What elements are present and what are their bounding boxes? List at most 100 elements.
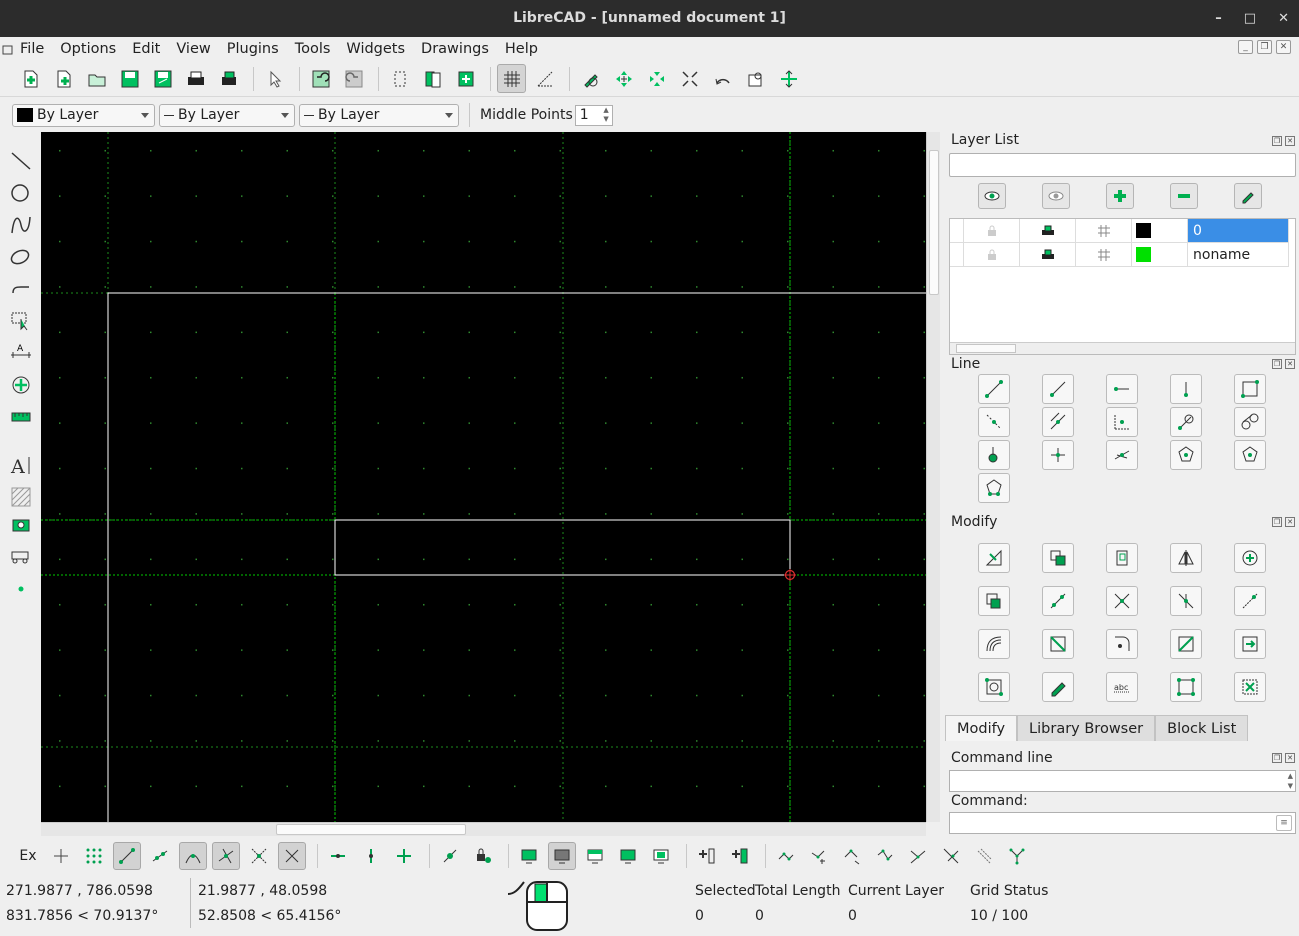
remove-layer-icon[interactable] [1170, 183, 1198, 209]
app-menu-icon[interactable] [2, 43, 14, 55]
close-icon[interactable]: ✕ [1285, 753, 1295, 763]
lock-icon[interactable] [964, 219, 1020, 243]
float-icon[interactable]: ❐ [1272, 517, 1282, 527]
layer-color-swatch[interactable] [1132, 219, 1188, 243]
modify-entity-icon[interactable] [978, 672, 1010, 702]
select-pointer-icon[interactable] [260, 64, 289, 93]
line-relative-angle-icon[interactable] [1106, 440, 1138, 470]
exclusive-snap-button[interactable]: Ex [14, 842, 42, 870]
tab-library-browser[interactable]: Library Browser [1017, 715, 1156, 741]
printer-icon[interactable] [1020, 243, 1076, 267]
save-icon[interactable] [115, 64, 144, 93]
tab-block-list[interactable]: Block List [1155, 715, 1249, 741]
modify-move-icon[interactable] [978, 543, 1010, 573]
modify-mirror-icon[interactable] [1170, 543, 1202, 573]
add-to-list-icon[interactable] [693, 842, 721, 870]
polyline-trim-icon[interactable] [904, 842, 932, 870]
command-history[interactable]: ▲ ▼ [949, 770, 1296, 792]
ellipse-tool-icon[interactable] [7, 244, 35, 270]
tab-modify[interactable]: Modify [945, 715, 1018, 741]
modify-trim2-icon[interactable] [1170, 586, 1202, 616]
line-polygon-2points-icon[interactable] [978, 473, 1010, 503]
menu-help[interactable]: Help [497, 41, 546, 57]
save-as-icon[interactable] [148, 64, 177, 93]
float-icon[interactable]: ❐ [1272, 753, 1282, 763]
line-perpendicular-icon[interactable] [1042, 440, 1074, 470]
layer-name[interactable]: 0 [1188, 219, 1289, 243]
close-button[interactable]: ✕ [1278, 0, 1289, 37]
menu-tools[interactable]: Tools [287, 41, 339, 57]
polyline-tool-icon[interactable] [7, 276, 35, 302]
redo-icon[interactable] [339, 64, 368, 93]
line-horizontal-icon[interactable] [1106, 374, 1138, 404]
new-icon[interactable] [16, 64, 45, 93]
line-parallel-icon[interactable] [1042, 407, 1074, 437]
hatch-tool-icon[interactable] [7, 484, 35, 510]
edit-list-icon[interactable] [726, 842, 754, 870]
print-preview-icon[interactable] [214, 64, 243, 93]
select-tool-icon[interactable] [7, 308, 35, 334]
hide-all-layers-icon[interactable] [1042, 183, 1070, 209]
menu-view[interactable]: View [168, 41, 218, 57]
dimension-tool-icon[interactable]: A [7, 340, 35, 366]
view-mode-5-icon[interactable] [647, 842, 675, 870]
drawing-svg[interactable] [41, 132, 926, 822]
block-tool-icon[interactable] [7, 544, 35, 570]
hscroll-thumb[interactable] [276, 824, 466, 835]
mdi-minimize-button[interactable]: _ [1238, 40, 1253, 54]
snap-grid-icon[interactable] [80, 842, 108, 870]
modify-offset-icon[interactable] [978, 629, 1010, 659]
snap-middle-icon[interactable] [212, 842, 240, 870]
line-polygon-corner-icon[interactable] [1234, 440, 1266, 470]
modify-rotate2-icon[interactable] [978, 586, 1010, 616]
set-relative-zero-icon[interactable] [436, 842, 464, 870]
draft-mode-icon[interactable] [530, 64, 559, 93]
grid-toggle-icon[interactable] [497, 64, 526, 93]
snap-distance-icon[interactable] [245, 842, 273, 870]
edit-layer-icon[interactable] [1234, 183, 1262, 209]
modify-bevel2-icon[interactable] [1042, 629, 1074, 659]
add-layer-icon[interactable] [1106, 183, 1134, 209]
layer-row[interactable]: noname [950, 243, 1295, 267]
line-tool-icon[interactable] [7, 148, 35, 174]
close-icon[interactable]: ✕ [1285, 136, 1295, 146]
line-bisector-icon[interactable] [978, 407, 1010, 437]
minimize-button[interactable]: – [1215, 0, 1222, 37]
menu-file[interactable]: File [14, 41, 52, 57]
maximize-button[interactable]: □ [1244, 0, 1256, 37]
line-tangent-icon[interactable] [1170, 407, 1202, 437]
vscroll-thumb[interactable] [929, 150, 939, 295]
snap-center-icon[interactable] [179, 842, 207, 870]
modify-trim-icon[interactable] [1106, 586, 1138, 616]
layer-name[interactable]: noname [1188, 243, 1289, 267]
polyline-add-icon[interactable] [772, 842, 800, 870]
spin-arrows-icon[interactable]: ▲ ▼ [603, 106, 608, 124]
view-mode-3-icon[interactable] [581, 842, 609, 870]
drawing-canvas[interactable] [41, 132, 926, 822]
spin-arrows-icon[interactable]: ▲ ▼ [1288, 771, 1293, 791]
polyline-from-segments-icon[interactable] [1003, 842, 1031, 870]
zoom-out-icon[interactable] [642, 64, 671, 93]
circle-tool-icon[interactable] [7, 180, 35, 206]
restrict-orthogonal-icon[interactable] [390, 842, 418, 870]
close-icon[interactable]: ✕ [1285, 359, 1295, 369]
curve-tool-icon[interactable] [7, 212, 35, 238]
line-tangent-circles-icon[interactable] [1234, 407, 1266, 437]
restrict-horizontal-icon[interactable] [324, 842, 352, 870]
menu-options[interactable]: Options [52, 41, 124, 57]
restrict-vertical-icon[interactable] [357, 842, 385, 870]
canvas-horizontal-scrollbar[interactable] [41, 822, 926, 836]
float-icon[interactable]: ❐ [1272, 136, 1282, 146]
show-all-layers-icon[interactable] [978, 183, 1006, 209]
snap-on-entity-icon[interactable] [146, 842, 174, 870]
line-2points-icon[interactable] [978, 374, 1010, 404]
modify-explode-text-icon[interactable]: abc [1106, 672, 1138, 702]
new-from-template-icon[interactable] [49, 64, 78, 93]
layer-table-hscrollbar[interactable] [950, 342, 1295, 354]
line-vertical-icon[interactable] [1170, 374, 1202, 404]
modify-scale-icon[interactable] [1106, 543, 1138, 573]
modify-stretch-icon[interactable] [1234, 629, 1266, 659]
modify-attributes-icon[interactable] [1042, 672, 1074, 702]
print-icon[interactable] [181, 64, 210, 93]
zoom-previous-icon[interactable] [708, 64, 737, 93]
